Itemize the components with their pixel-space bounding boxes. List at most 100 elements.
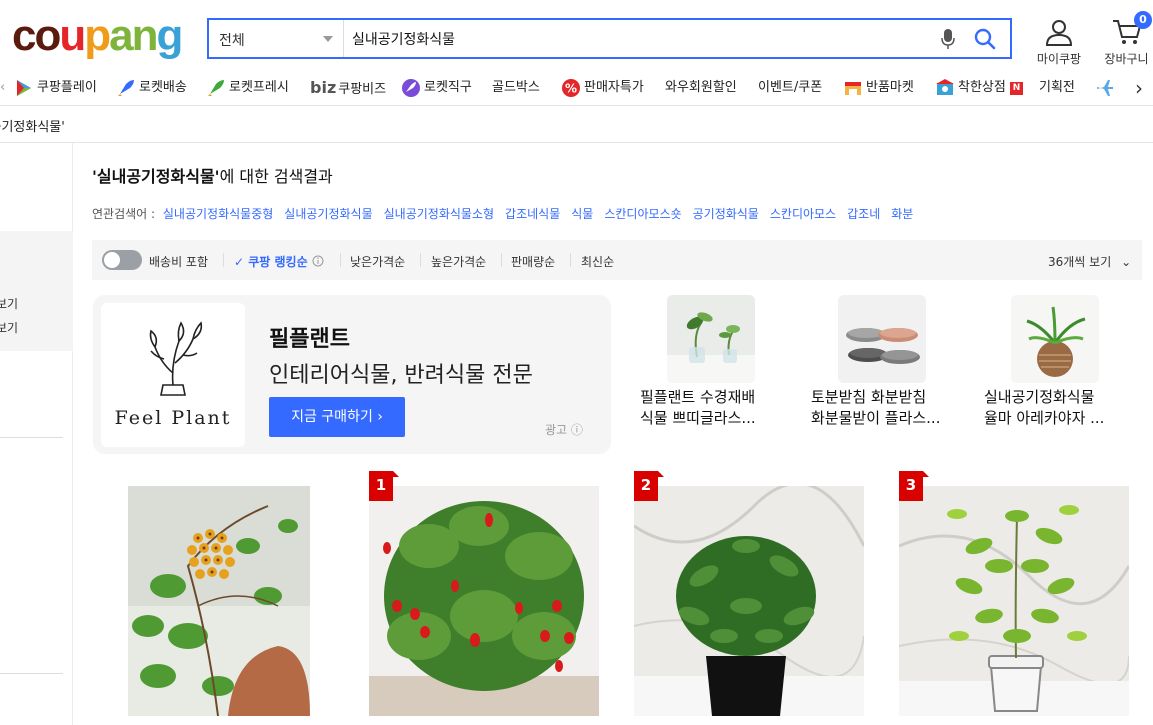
- related-search-link[interactable]: 스칸디아모스숏: [604, 207, 681, 221]
- header: coupang 전체 마이쿠팡 0 장바구니: [0, 0, 1153, 70]
- per-page-label: 36개씩 보기: [1048, 255, 1112, 269]
- logo-letter: p: [84, 11, 111, 60]
- related-label: 연관검색어 :: [92, 207, 156, 221]
- sort-low-price[interactable]: 낮은가격순: [350, 253, 405, 270]
- rocket-icon: [118, 79, 134, 96]
- rank-badge: 2: [634, 471, 664, 501]
- nav-item-label: 쿠팡비즈: [338, 82, 387, 97]
- microphone-icon[interactable]: [941, 28, 955, 50]
- related-search-link[interactable]: 식물: [571, 207, 593, 221]
- ad-product-title-line: 토분받침 화분받침: [811, 388, 927, 406]
- cart-button[interactable]: 0 장바구니: [1100, 11, 1153, 67]
- related-search-link[interactable]: 실내공기정화식물중형: [163, 207, 273, 221]
- product-card[interactable]: [128, 486, 310, 716]
- related-search-link[interactable]: 갑조네: [847, 207, 880, 221]
- product-image: [1011, 295, 1099, 383]
- ad-product-title-line: 식물 쁘띠글라스...: [640, 409, 756, 427]
- sort-high-price[interactable]: 높은가격순: [431, 253, 486, 270]
- ad-product-title-line: 율마 아레카야자 ...: [984, 409, 1105, 427]
- coupang-logo[interactable]: coupang: [12, 10, 183, 62]
- related-search-link[interactable]: 공기정화식물: [693, 207, 759, 221]
- nav-item-seller-deals[interactable]: % 판매자특가: [561, 76, 644, 100]
- chevron-down-icon: ⌄: [1121, 255, 1132, 269]
- product-card[interactable]: 3: [899, 471, 1129, 716]
- results-query: '실내공기정화식물': [92, 167, 220, 186]
- ad-label[interactable]: 광고 ⓘ: [545, 421, 583, 438]
- sort-sales[interactable]: 판매량순: [511, 253, 555, 270]
- divider: [340, 253, 341, 267]
- nav-item-coupang-play[interactable]: 쿠팡플레이: [14, 76, 97, 100]
- nav-item-label: 쿠팡플레이: [37, 80, 97, 95]
- check-icon: ✓: [234, 255, 245, 269]
- ad-brand-name: 필플랜트: [269, 327, 350, 352]
- product-card[interactable]: 1: [369, 471, 599, 716]
- search-icon[interactable]: [974, 28, 996, 50]
- toggle-knob: [104, 252, 120, 268]
- related-search-link[interactable]: 실내공기정화식물소형: [384, 207, 494, 221]
- nav-item-label: 로켓배송: [139, 80, 187, 95]
- global-rocket-icon: [402, 78, 420, 97]
- svg-text:%: %: [565, 81, 577, 95]
- nav-item-label: 판매자특가: [584, 80, 644, 95]
- logo-letter: n: [131, 11, 159, 60]
- breadcrumb: '실내공기정화식물': [0, 107, 1153, 143]
- results-suffix: 에 대한 검색결과: [219, 167, 333, 186]
- good-store-icon: [936, 78, 954, 95]
- new-badge: N: [1009, 82, 1023, 95]
- brand-ad-card[interactable]: Feel Plant 필플랜트 인테리어식물, 반려식물 전문 지금 구매하기 …: [93, 295, 611, 454]
- rank-badge: 3: [899, 471, 929, 501]
- nav-item-rocket-fresh[interactable]: 로켓프레시: [206, 76, 289, 100]
- nav-item-rocket[interactable]: 로켓배송: [116, 76, 187, 100]
- nav-item-promotions[interactable]: 기획전: [1039, 76, 1075, 100]
- related-search-link[interactable]: 갑조네식물: [505, 207, 560, 221]
- airplane-icon: [1097, 79, 1113, 96]
- related-search-link[interactable]: 화분: [891, 207, 913, 221]
- sort-label: 쿠팡 랭킹순: [248, 255, 308, 269]
- cart-count-badge: 0: [1134, 11, 1152, 29]
- shipping-toggle-label[interactable]: 배송비 포함: [149, 253, 208, 270]
- logo-letter: o: [34, 11, 61, 60]
- product-image: [369, 486, 599, 716]
- category-select[interactable]: 전체: [209, 20, 344, 57]
- buy-now-label: 지금 구매하기: [291, 409, 373, 425]
- nav-item-goldbox[interactable]: 골드박스: [492, 76, 540, 100]
- biz-icon: biz: [310, 78, 337, 97]
- nav-prev-button[interactable]: ‹: [0, 76, 5, 100]
- nav-next-button[interactable]: ›: [1135, 76, 1143, 100]
- nav-item-label: 기획전: [1039, 80, 1075, 95]
- divider: [501, 253, 502, 267]
- mycoupang-button[interactable]: 마이쿠팡: [1030, 18, 1088, 67]
- sidebar-item[interactable]: 보기: [0, 295, 18, 312]
- coupang-play-icon: [17, 79, 31, 96]
- sort-newest[interactable]: 최신순: [581, 253, 614, 270]
- search-input[interactable]: [346, 20, 936, 57]
- product-card[interactable]: 2: [634, 471, 864, 716]
- plant-logo-icon: [149, 321, 203, 396]
- ad-product-title: 필플랜트 수경재배 식물 쁘띠글라스...: [640, 387, 790, 429]
- nav-item-travel[interactable]: [1095, 76, 1118, 100]
- divider: [0, 673, 63, 674]
- nav-item-global-rocket[interactable]: 로켓직구: [401, 76, 472, 100]
- mycoupang-label: 마이쿠팡: [1036, 52, 1082, 66]
- sort-bar: 배송비 포함 ✓ 쿠팡 랭킹순 낮은가격순 높은가격순 판매량순 최신순 36개…: [92, 240, 1142, 280]
- nav-item-coupang-biz[interactable]: biz 쿠팡비즈: [310, 76, 386, 100]
- shipping-fee-toggle[interactable]: [102, 250, 142, 270]
- info-icon: ⓘ: [570, 423, 583, 437]
- nav-item-label: 골드박스: [492, 80, 540, 95]
- related-search-link[interactable]: 실내공기정화식물: [284, 207, 372, 221]
- nav-item-return-market[interactable]: 반품마켓: [843, 76, 914, 100]
- related-search-link[interactable]: 스칸디아모스: [770, 207, 836, 221]
- chevron-right-icon: ›: [377, 409, 383, 425]
- sidebar-item[interactable]: 보기: [0, 319, 18, 336]
- divider: [0, 437, 63, 438]
- nav-item-good-store[interactable]: 착한상점 N: [935, 76, 1023, 100]
- nav-item-events-coupons[interactable]: 이벤트/쿠폰: [758, 76, 822, 100]
- buy-now-button[interactable]: 지금 구매하기 ›: [269, 397, 405, 437]
- per-page-select[interactable]: 36개씩 보기 ⌄: [1048, 253, 1131, 270]
- info-icon[interactable]: [312, 255, 324, 267]
- sort-ranking[interactable]: ✓ 쿠팡 랭킹순: [234, 253, 324, 270]
- chevron-down-icon: [323, 36, 333, 42]
- cart-label: 장바구니: [1104, 52, 1149, 66]
- nav-item-wow-discount[interactable]: 와우회원할인: [665, 76, 737, 100]
- logo-letter: u: [59, 11, 86, 60]
